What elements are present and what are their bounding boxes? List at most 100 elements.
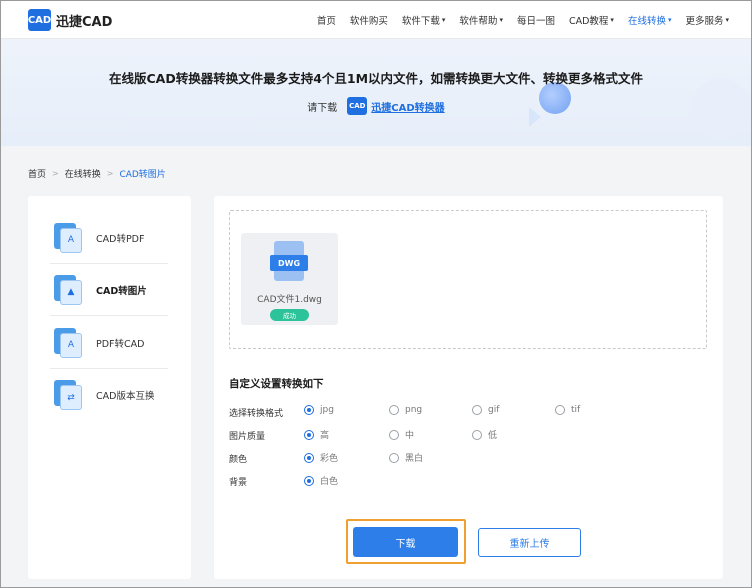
settings-row: 颜色 彩色 黑白 (229, 451, 709, 465)
radio-unchecked-icon[interactable] (389, 405, 399, 415)
sidebar-item[interactable]: ▲ CAD转图片 (50, 264, 168, 316)
image-file-icon: ▲ (54, 274, 82, 305)
radio-option-label: 白色 (320, 477, 339, 487)
promo-banner: 在线版CAD转换器转换文件最多支持4个且1M以内文件，如需转换更大文件、转换更多… (1, 39, 751, 146)
dwg-file-icon: DWG (270, 241, 308, 283)
breadcrumb: 首页 > 在线转换 > CAD转图片 (28, 167, 166, 180)
nav-item-label: 软件购买 (349, 16, 388, 27)
pdf-to-cad-icon: A (54, 327, 82, 358)
radio-unchecked-icon[interactable] (555, 405, 565, 415)
radio-option-label: 黑白 (405, 454, 424, 464)
radio-option-label: 彩色 (320, 454, 339, 464)
upload-dropzone[interactable]: DWG CAD文件1.dwg 成功 (229, 210, 707, 349)
file-type-badge: DWG (270, 255, 308, 271)
chevron-down-icon: ▾ (725, 16, 729, 24)
radio-option-label: 高 (320, 431, 330, 441)
nav-item[interactable]: 软件帮助 ▾ (459, 13, 503, 27)
logo-text: 迅捷CAD (56, 14, 113, 30)
page-frame: CAD 迅捷CAD 首页 软件购买 软件下载 ▾ 软件帮助 ▾ 每日一图 CAD教程 ▾ 在线转换… (0, 0, 752, 588)
sidebar: A CAD转PDF ▲ CAD转图片 A PDF转CAD ⇄ CAD版本互换 (28, 196, 191, 579)
radio-option[interactable]: 黑白 (389, 451, 423, 464)
top-nav: CAD 迅捷CAD 首页 软件购买 软件下载 ▾ 软件帮助 ▾ 每日一图 CAD教程 ▾ 在线转换… (1, 1, 751, 39)
chevron-down-icon: ▾ (499, 16, 503, 24)
sidebar-item-label: CAD转图片 (96, 285, 147, 297)
converter-panel: DWG CAD文件1.dwg 成功 自定义设置转换如下 选择转换格式 jpg png… (214, 196, 723, 579)
radio-option[interactable]: 低 (472, 428, 497, 441)
logo-badge: CAD (28, 9, 51, 31)
nav-item-label: 软件帮助 (459, 16, 498, 27)
nav-item[interactable]: 软件下载 ▾ (402, 13, 446, 27)
chevron-down-icon: ▾ (667, 16, 672, 24)
sidebar-item-label: CAD转PDF (96, 233, 145, 245)
chevron-down-icon: ▾ (441, 16, 446, 24)
radio-option-label: gif (488, 405, 500, 415)
banner-download-line: 请下载 CAD 迅捷CAD转换器 (1, 97, 751, 115)
sidebar-item[interactable]: ⇄ CAD版本互换 (50, 369, 168, 421)
settings-row-label: 背景 (229, 478, 248, 488)
radio-unchecked-icon[interactable] (389, 452, 399, 463)
nav-item[interactable]: 每日一图 (517, 13, 555, 27)
nav-item-label: CAD教程 (568, 16, 609, 27)
radio-checked-icon[interactable] (304, 452, 314, 463)
logo[interactable]: CAD 迅捷CAD (28, 9, 112, 31)
settings-row-label: 颜色 (229, 455, 248, 465)
pdf-file-icon: A (54, 222, 82, 253)
radio-checked-icon[interactable] (304, 475, 314, 486)
cad-app-icon: CAD (347, 97, 368, 115)
nav-menu: 首页 软件购买 软件下载 ▾ 软件帮助 ▾ 每日一图 CAD教程 ▾ 在线转换 ▾ 更多服务 ▾ (303, 1, 729, 39)
settings-row-label: 选择转换格式 (229, 409, 284, 419)
sidebar-item-label: CAD版本互换 (96, 391, 155, 402)
radio-option[interactable]: 中 (389, 428, 414, 441)
settings-row-label: 图片质量 (229, 432, 266, 442)
radio-unchecked-icon[interactable] (472, 405, 482, 415)
breadcrumb-separator-icon: > (52, 169, 59, 178)
nav-item-label: 每日一图 (516, 16, 555, 27)
icon-glyph: ⇄ (60, 385, 82, 410)
radio-option[interactable]: 彩色 (304, 451, 338, 464)
breadcrumb-current: CAD转图片 (119, 170, 166, 180)
reupload-button[interactable]: 重新上传 (478, 528, 581, 557)
radio-option[interactable]: 白色 (304, 474, 338, 487)
chevron-down-icon: ▾ (610, 16, 614, 24)
radio-checked-icon[interactable] (304, 429, 314, 440)
nav-item[interactable]: 首页 (317, 13, 336, 27)
sidebar-item-label: PDF转CAD (96, 338, 145, 350)
download-button[interactable]: 下载 (353, 527, 458, 557)
settings-row: 图片质量 高 中 低 (229, 428, 709, 442)
nav-item-label: 更多服务 (685, 16, 724, 27)
settings-row: 选择转换格式 jpg png gif tif (229, 405, 709, 419)
download-converter-link[interactable]: 迅捷CAD转换器 (371, 99, 444, 114)
breadcrumb-home[interactable]: 首页 (28, 167, 46, 180)
uploaded-file-card[interactable]: DWG CAD文件1.dwg 成功 (241, 233, 338, 325)
radio-option[interactable]: png (389, 405, 422, 415)
radio-unchecked-icon[interactable] (472, 429, 482, 440)
radio-option-label: png (405, 405, 423, 415)
nav-item[interactable]: 更多服务 ▾ (685, 13, 729, 27)
nav-item-label: 首页 (316, 16, 336, 27)
radio-checked-icon[interactable] (304, 405, 314, 415)
radio-option-label: tif (571, 405, 581, 415)
status-badge: 成功 (270, 309, 309, 321)
breadcrumb-separator-icon: > (106, 169, 114, 178)
version-swap-icon: ⇄ (54, 380, 82, 410)
icon-glyph: A (60, 227, 82, 253)
settings-row: 背景 白色 (229, 474, 709, 488)
nav-item-label: 在线转换 (627, 16, 666, 27)
icon-glyph: A (60, 332, 82, 358)
nav-item[interactable]: 软件购买 (350, 13, 388, 27)
icon-glyph: ▲ (60, 279, 82, 305)
radio-option[interactable]: 高 (304, 428, 329, 441)
radio-option[interactable]: tif (555, 405, 580, 415)
radio-option-label: 低 (488, 431, 498, 441)
sidebar-item[interactable]: A CAD转PDF (50, 212, 168, 264)
nav-item[interactable]: CAD教程 ▾ (569, 13, 614, 27)
breadcrumb-section[interactable]: 在线转换 (65, 167, 101, 180)
radio-option[interactable]: gif (472, 405, 499, 415)
radio-unchecked-icon[interactable] (389, 429, 399, 440)
radio-option[interactable]: jpg (304, 405, 334, 415)
banner-title: 在线版CAD转换器转换文件最多支持4个且1M以内文件，如需转换更大文件、转换更多… (108, 71, 644, 86)
nav-item[interactable]: 在线转换 ▾ (628, 13, 672, 27)
radio-option-label: 中 (405, 431, 415, 441)
sidebar-item[interactable]: A PDF转CAD (50, 317, 168, 369)
file-name: CAD文件1.dwg (257, 295, 322, 305)
